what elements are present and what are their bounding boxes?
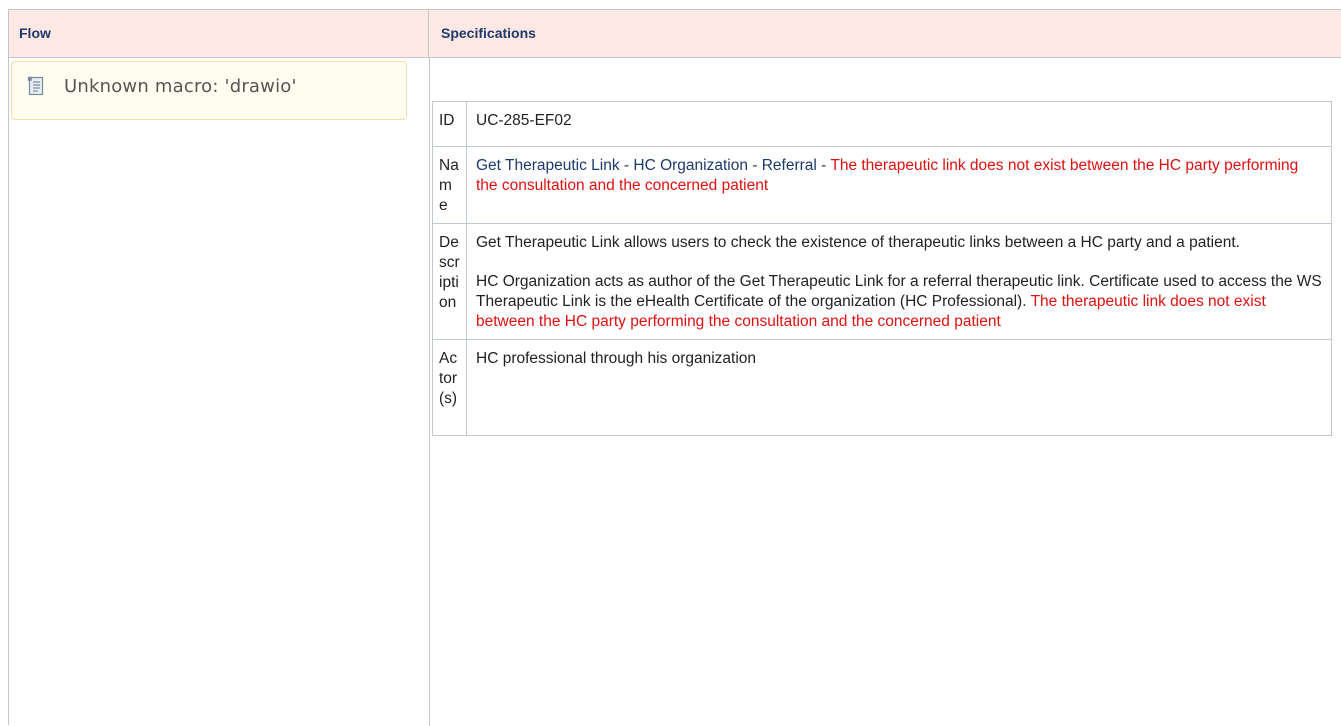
table-row-description: Description Get Therapeutic Link allows …	[432, 223, 1332, 340]
row-label-description: Description	[432, 223, 467, 340]
name-main-text: Get Therapeutic Link - HC Organization -…	[476, 157, 831, 174]
flow-column-header: Flow	[9, 10, 429, 58]
macro-message: Unknown macro: 'drawio'	[64, 76, 297, 97]
use-case-id: UC-285-EF02	[466, 101, 1332, 147]
document-icon	[27, 76, 45, 96]
row-label-name: Name	[432, 146, 467, 224]
use-case-description: Get Therapeutic Link allows users to che…	[466, 223, 1332, 340]
row-label-id: ID	[432, 101, 467, 147]
table-row-actors: Actor(s) HC professional through his org…	[432, 339, 1332, 436]
description-paragraph-2: HC Organization acts as author of the Ge…	[476, 272, 1322, 332]
row-label-actors: Actor(s)	[432, 339, 467, 436]
use-case-actors: HC professional through his organization	[466, 339, 1332, 436]
specifications-column-header: Specifications	[429, 10, 1341, 58]
column-divider	[429, 58, 430, 726]
table-row-name: Name Get Therapeutic Link - HC Organizat…	[432, 146, 1332, 224]
table-row-id: ID UC-285-EF02	[432, 101, 1332, 147]
description-paragraph-1: Get Therapeutic Link allows users to che…	[476, 234, 1240, 251]
use-case-name: Get Therapeutic Link - HC Organization -…	[466, 146, 1332, 224]
unknown-macro-placeholder: Unknown macro: 'drawio'	[11, 61, 407, 120]
specifications-table: ID UC-285-EF02 Name Get Therapeutic Link…	[432, 101, 1332, 436]
